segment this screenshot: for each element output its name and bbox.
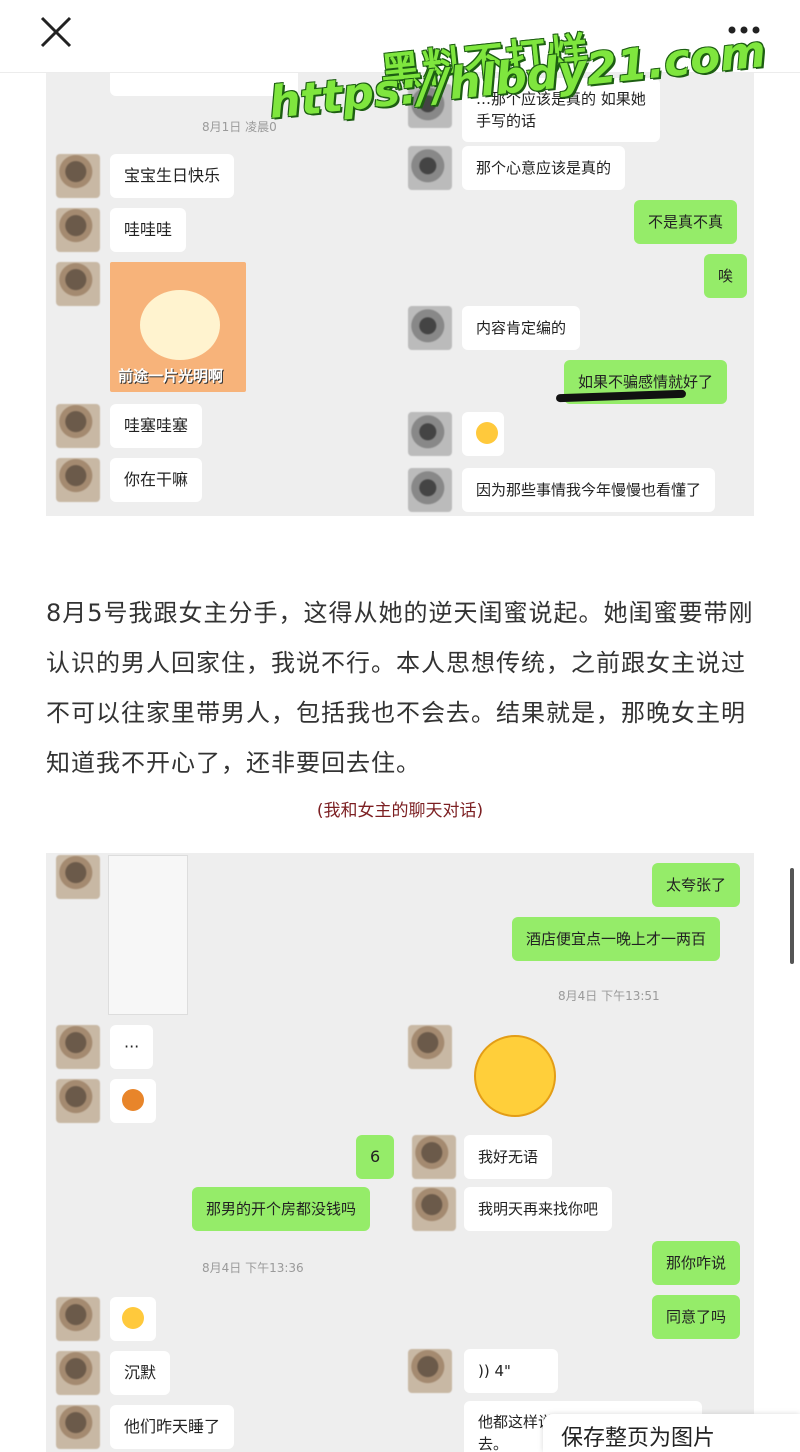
chat-bubble: 因为那些事情我今年慢慢也看懂了 [462, 468, 716, 512]
timestamp: 8月4日 下午13:36 [202, 1261, 304, 1275]
laughing-crying-emoji-icon [474, 1035, 556, 1117]
avatar [56, 208, 100, 252]
article-paragraph: 8月5号我跟女主分手，这得从她的逆天闺蜜说起。她闺蜜要带刚认识的男人回家住，我说… [46, 599, 754, 777]
chat-bubble: 我明天再来找你吧 [464, 1187, 613, 1231]
chat-bubble: 他们昨天睡了 [110, 1405, 235, 1449]
avatar [56, 1297, 100, 1341]
voice-message[interactable]: )) 4" [464, 1349, 558, 1393]
timestamp: 8月4日 下午13:51 [558, 989, 660, 1003]
close-icon[interactable] [36, 12, 76, 52]
bunny-sticker: 前途一片光明啊 [110, 262, 246, 392]
avatar [56, 855, 100, 899]
chat-bubble [110, 1297, 156, 1341]
avatar [408, 146, 452, 190]
chat-bubble [110, 1079, 156, 1123]
avatar [408, 306, 452, 350]
chat-bubble: 哇哇哇 [110, 208, 187, 252]
chat-bubble-sent: 太夸张了 [652, 863, 741, 907]
avatar [56, 262, 100, 306]
avatar [56, 1079, 100, 1123]
chat-screenshot-1: 8月1日 凌晨0 宝宝生日快乐 哇哇哇 前途一片光明啊 哇塞哇塞 你在干嘛 …那… [46, 72, 754, 516]
chat-bubble: 我好无语 [464, 1135, 553, 1179]
chat-bubble: 那个心意应该是真的 [462, 146, 626, 190]
emoji-icon [122, 1089, 144, 1111]
timestamp: 8月1日 凌晨0 [202, 120, 277, 134]
chat-bubble [462, 412, 504, 456]
voice-icon: )) [478, 1362, 495, 1380]
bunny-face-icon [140, 290, 220, 360]
laughing-emoji-icon [476, 422, 498, 444]
chat-bubble: 内容肯定编的 [462, 306, 581, 350]
chat-bubble-sent: 那男的开个房都没钱吗 [192, 1187, 371, 1231]
save-page-as-image-button[interactable]: 保存整页为图片 [543, 1414, 800, 1452]
chat-bubble-sent: 那你咋说 [652, 1241, 741, 1285]
chat-bubble-sent: 酒店便宜点一晚上才一两百 [512, 917, 721, 961]
avatar [56, 1405, 100, 1449]
avatar [408, 412, 452, 456]
image-caption: (我和女主的聊天对话) [316, 801, 484, 821]
avatar [56, 404, 100, 448]
avatar [412, 1135, 456, 1179]
chat-bubble: 哇塞哇塞 [110, 404, 203, 448]
avatar [56, 1025, 100, 1069]
chat-bubble-sent: 6 [356, 1135, 395, 1179]
chat-bubble-sent: 同意了吗 [652, 1295, 741, 1339]
avatar [408, 468, 452, 512]
avatar [408, 1349, 452, 1393]
chat-bubble-sent: 唉 [704, 254, 748, 298]
chat-bubble: ··· [110, 1025, 154, 1069]
chat-bubble: 宝宝生日快乐 [110, 154, 235, 198]
chat-screenshot-2: 太夸张了 酒店便宜点一晚上才一两百 8月4日 下午13:51 ··· 6 我好无… [46, 853, 754, 1452]
chat-bubble: 你在干嘛 [110, 458, 203, 502]
sticker-caption: 前途一片光明啊 [118, 367, 224, 385]
chat-bubble-sent: 不是真不真 [634, 200, 738, 244]
avatar [56, 458, 100, 502]
screenshot-thumbnail [108, 855, 188, 1015]
avatar [408, 1025, 452, 1069]
avatar [56, 154, 100, 198]
scrollbar[interactable] [790, 868, 794, 964]
voice-duration: 4" [494, 1362, 511, 1380]
laughing-emoji-icon [122, 1307, 144, 1329]
avatar [56, 1351, 100, 1395]
chat-bubble: 沉默 [110, 1351, 171, 1395]
avatar [412, 1187, 456, 1231]
